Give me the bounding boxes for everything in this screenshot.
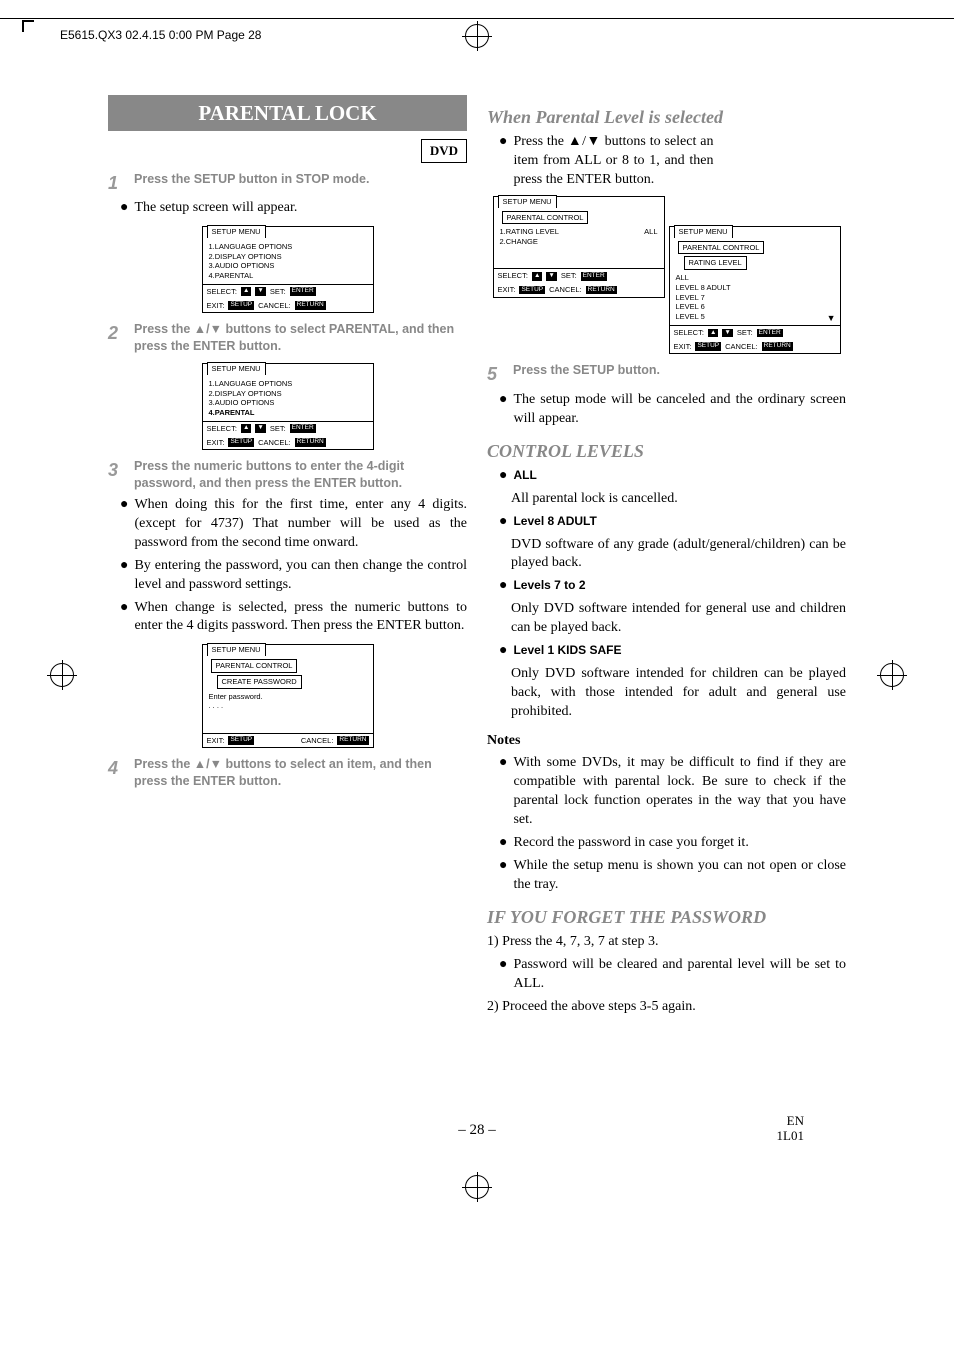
body-bullet: ●The setup screen will appear. [120,199,467,218]
registration-mark-icon [50,663,74,687]
note-bullet: ●Record the password in case you forget … [499,834,846,853]
level-item: ●ALL [499,467,846,486]
step-text: Press the SETUP button in STOP mode. [134,171,467,195]
note-bullet: ●With some DVDs, it may be difficult to … [499,754,846,830]
step-number: 2 [108,321,126,355]
registration-mark-icon [465,1175,489,1199]
step-number: 1 [108,171,126,195]
forget-step: 2) Proceed the above steps 3-5 again. [487,998,846,1017]
step-text: Press the SETUP button. [513,362,846,386]
rule-top [0,18,954,19]
parental-control-menu-diagram: SETUP MENU PARENTAL CONTROL 1.RATING LEV… [493,196,665,298]
level-item: ●Levels 7 to 2 [499,577,846,596]
level-desc: All parental lock is cancelled. [511,490,846,509]
level-item: ●Level 8 ADULT [499,513,846,532]
step-text: Press the numeric buttons to enter the 4… [134,458,467,492]
crop-mark-icon [22,20,34,32]
page: E5615.QX3 02.4.15 0:00 PM Page 28 PARENT… [0,0,954,1349]
level-desc: Only DVD software intended for general u… [511,600,846,638]
right-column: When Parental Level is selected ●Press t… [487,95,846,1149]
page-number: – 28 – [0,1122,954,1139]
step-2: 2 Press the ▲/▼ buttons to select PARENT… [108,321,467,355]
registration-mark-icon [880,663,904,687]
left-column: PARENTAL LOCK DVD 1 Press the SETUP butt… [108,95,467,1149]
level-desc: Only DVD software intended for children … [511,665,846,722]
section-title: PARENTAL LOCK [108,95,467,131]
footer-code: EN 1L01 [777,1113,804,1144]
content-columns: PARENTAL LOCK DVD 1 Press the SETUP butt… [108,95,846,1149]
step-text: Press the ▲/▼ buttons to select an item,… [134,756,467,790]
step-number: 5 [487,362,505,386]
subheading: CONTROL LEVELS [487,439,846,463]
step-1: 1 Press the SETUP button in STOP mode. [108,171,467,195]
body-bullet: ●When doing this for the first time, ent… [120,496,467,553]
body-bullet: ●When change is selected, press the nume… [120,599,467,637]
dvd-badge: DVD [421,139,467,163]
note-bullet: ●While the setup menu is shown you can n… [499,857,846,895]
setup-menu-diagram: SETUP MENU 1.LANGUAGE OPTIONS 2.DISPLAY … [202,363,374,450]
notes-heading: Notes [487,732,846,751]
step-4: 4 Press the ▲/▼ buttons to select an ite… [108,756,467,790]
level-item: ●Level 1 KIDS SAFE [499,642,846,661]
step-number: 3 [108,458,126,492]
subheading: IF YOU FORGET THE PASSWORD [487,905,846,929]
step-5: 5 Press the SETUP button. [487,362,846,386]
body-bullet: ●The setup mode will be canceled and the… [499,391,846,429]
step-3: 3 Press the numeric buttons to enter the… [108,458,467,492]
level-desc: DVD software of any grade (adult/general… [511,536,846,574]
subheading: When Parental Level is selected [487,105,846,129]
body-bullet: ●By entering the password, you can then … [120,557,467,595]
rating-level-menu-diagram: SETUP MENU PARENTAL CONTROL RATING LEVEL… [669,226,841,355]
step-text: Press the ▲/▼ buttons to select PARENTAL… [134,321,467,355]
header-job: E5615.QX3 02.4.15 0:00 PM Page 28 [60,28,261,42]
step-number: 4 [108,756,126,790]
chevron-down-icon: ▼ [827,313,836,325]
forget-step: 1) Press the 4, 7, 3, 7 at step 3. [487,933,846,952]
registration-mark-icon [465,24,489,48]
password-menu-diagram: SETUP MENU PARENTAL CONTROL CREATE PASSW… [202,644,374,748]
menu-group: SETUP MENU PARENTAL CONTROL 1.RATING LEV… [487,196,846,355]
setup-menu-diagram: SETUP MENU 1.LANGUAGE OPTIONS 2.DISPLAY … [202,226,374,313]
body-bullet: ●Password will be cleared and parental l… [499,956,846,994]
body-bullet: ●Press the ▲/▼ buttons to select an item… [499,133,846,190]
